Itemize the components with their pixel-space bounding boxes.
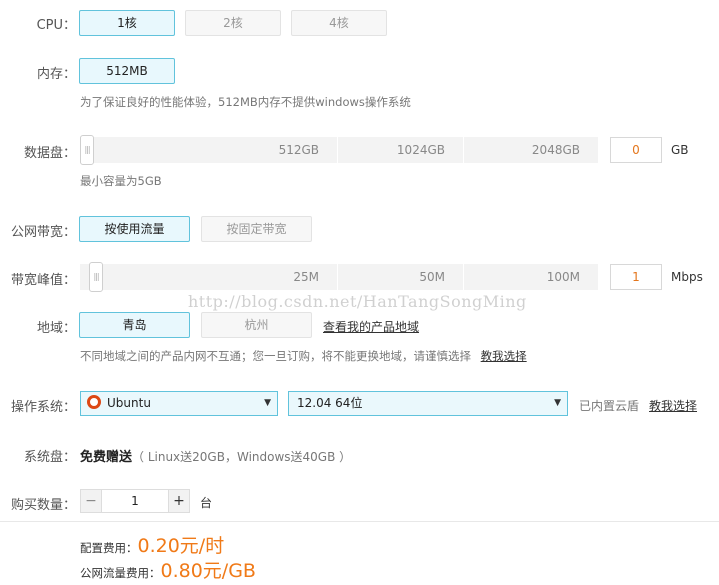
cpu-option-4[interactable]: 4核 [291, 10, 387, 36]
chevron-down-icon: ▼ [554, 398, 561, 408]
region-note-text: 不同地域之间的产品内网不互通；您一旦订购，将不能更换地域，请谨慎选择 [80, 349, 471, 363]
data-disk-slider-handle[interactable]: ||| [80, 135, 94, 165]
quantity-minus-button[interactable]: − [80, 489, 102, 513]
data-disk-tick-2048: 2048GB [531, 143, 580, 157]
data-disk-input[interactable]: 0 [610, 137, 662, 163]
config-price-label: 配置费用： [80, 541, 138, 555]
bandwidth-slider-handle[interactable]: ||| [89, 262, 103, 292]
region-help-link[interactable]: 教我选择 [481, 349, 527, 363]
quantity-unit: 台 [200, 496, 213, 510]
system-disk-value: 免费赠送（ Linux送20GB，Windows送40GB ） [80, 446, 351, 465]
bandwidth-peak-slider[interactable]: 25M 50M 100M ||| [80, 262, 598, 292]
region-label: 地域： [36, 321, 76, 336]
memory-option-512mb[interactable]: 512MB [79, 58, 175, 84]
region-note: 不同地域之间的产品内网不互通；您一旦订购，将不能更换地域，请谨慎选择 教我选择 [80, 348, 527, 364]
watermark-text: http://blog.csdn.net/HanTangSongMing [188, 292, 527, 311]
os-distro-select[interactable]: Ubuntu ▼ [80, 391, 278, 416]
price-divider [0, 521, 719, 522]
bandwidth-peak-label: 带宽峰值： [10, 273, 76, 288]
quantity-label: 购买数量： [10, 498, 76, 513]
memory-note: 为了保证良好的性能体验，512MB内存不提供windows操作系统 [80, 95, 411, 109]
cpu-label: CPU： [36, 18, 76, 33]
traffic-price-value: 0.80元/GB [160, 560, 256, 582]
data-disk-slider[interactable]: 512GB 1024GB 2048GB ||| [80, 135, 598, 165]
traffic-price-label: 公网流量费用： [80, 566, 161, 580]
memory-label: 内存： [36, 67, 76, 82]
data-disk-tick-1024: 1024GB [338, 137, 464, 163]
os-note: 已内置云盾 [579, 399, 640, 413]
chevron-down-icon: ▼ [264, 398, 271, 408]
system-disk-note: （ Linux送20GB，Windows送40GB ） [132, 450, 352, 464]
my-regions-link[interactable]: 查看我的产品地域 [323, 318, 419, 335]
ubuntu-logo-icon [87, 395, 101, 409]
bandwidth-option-fixed[interactable]: 按固定带宽 [201, 216, 312, 242]
cpu-option-1[interactable]: 1核 [79, 10, 175, 36]
data-disk-tick-512: 512GB [80, 137, 338, 163]
data-disk-label: 数据盘： [23, 146, 76, 161]
bandwidth-peak-input[interactable]: 1 [610, 264, 662, 290]
data-disk-note: 最小容量为5GB [80, 174, 162, 188]
data-disk-unit: GB [671, 143, 689, 157]
config-price-row: 配置费用：0.20元/时 [80, 531, 224, 558]
bandwidth-option-traffic[interactable]: 按使用流量 [79, 216, 190, 242]
cpu-option-2[interactable]: 2核 [185, 10, 281, 36]
os-label: 操作系统： [10, 400, 76, 415]
traffic-price-row: 公网流量费用：0.80元/GB [80, 556, 256, 583]
bandwidth-tick-100m: 100M [546, 270, 580, 284]
quantity-plus-button[interactable]: + [168, 489, 190, 513]
os-distro-value: Ubuntu [107, 396, 151, 410]
system-disk-free: 免费赠送 [80, 450, 133, 465]
quantity-input[interactable]: 1 [101, 489, 169, 513]
region-option-qingdao[interactable]: 青岛 [79, 312, 190, 338]
region-option-hangzhou[interactable]: 杭州 [201, 312, 312, 338]
config-price-value: 0.20元/时 [137, 535, 225, 557]
bandwidth-type-label: 公网带宽： [10, 225, 76, 240]
os-version-value: 12.04 64位 [297, 396, 363, 410]
system-disk-label: 系统盘： [23, 450, 76, 465]
os-help-link[interactable]: 教我选择 [649, 397, 697, 414]
bandwidth-tick-25m: 25M [80, 264, 338, 290]
bandwidth-peak-unit: Mbps [671, 270, 703, 284]
os-version-select[interactable]: 12.04 64位 ▼ [288, 391, 568, 416]
bandwidth-tick-50m: 50M [338, 264, 464, 290]
